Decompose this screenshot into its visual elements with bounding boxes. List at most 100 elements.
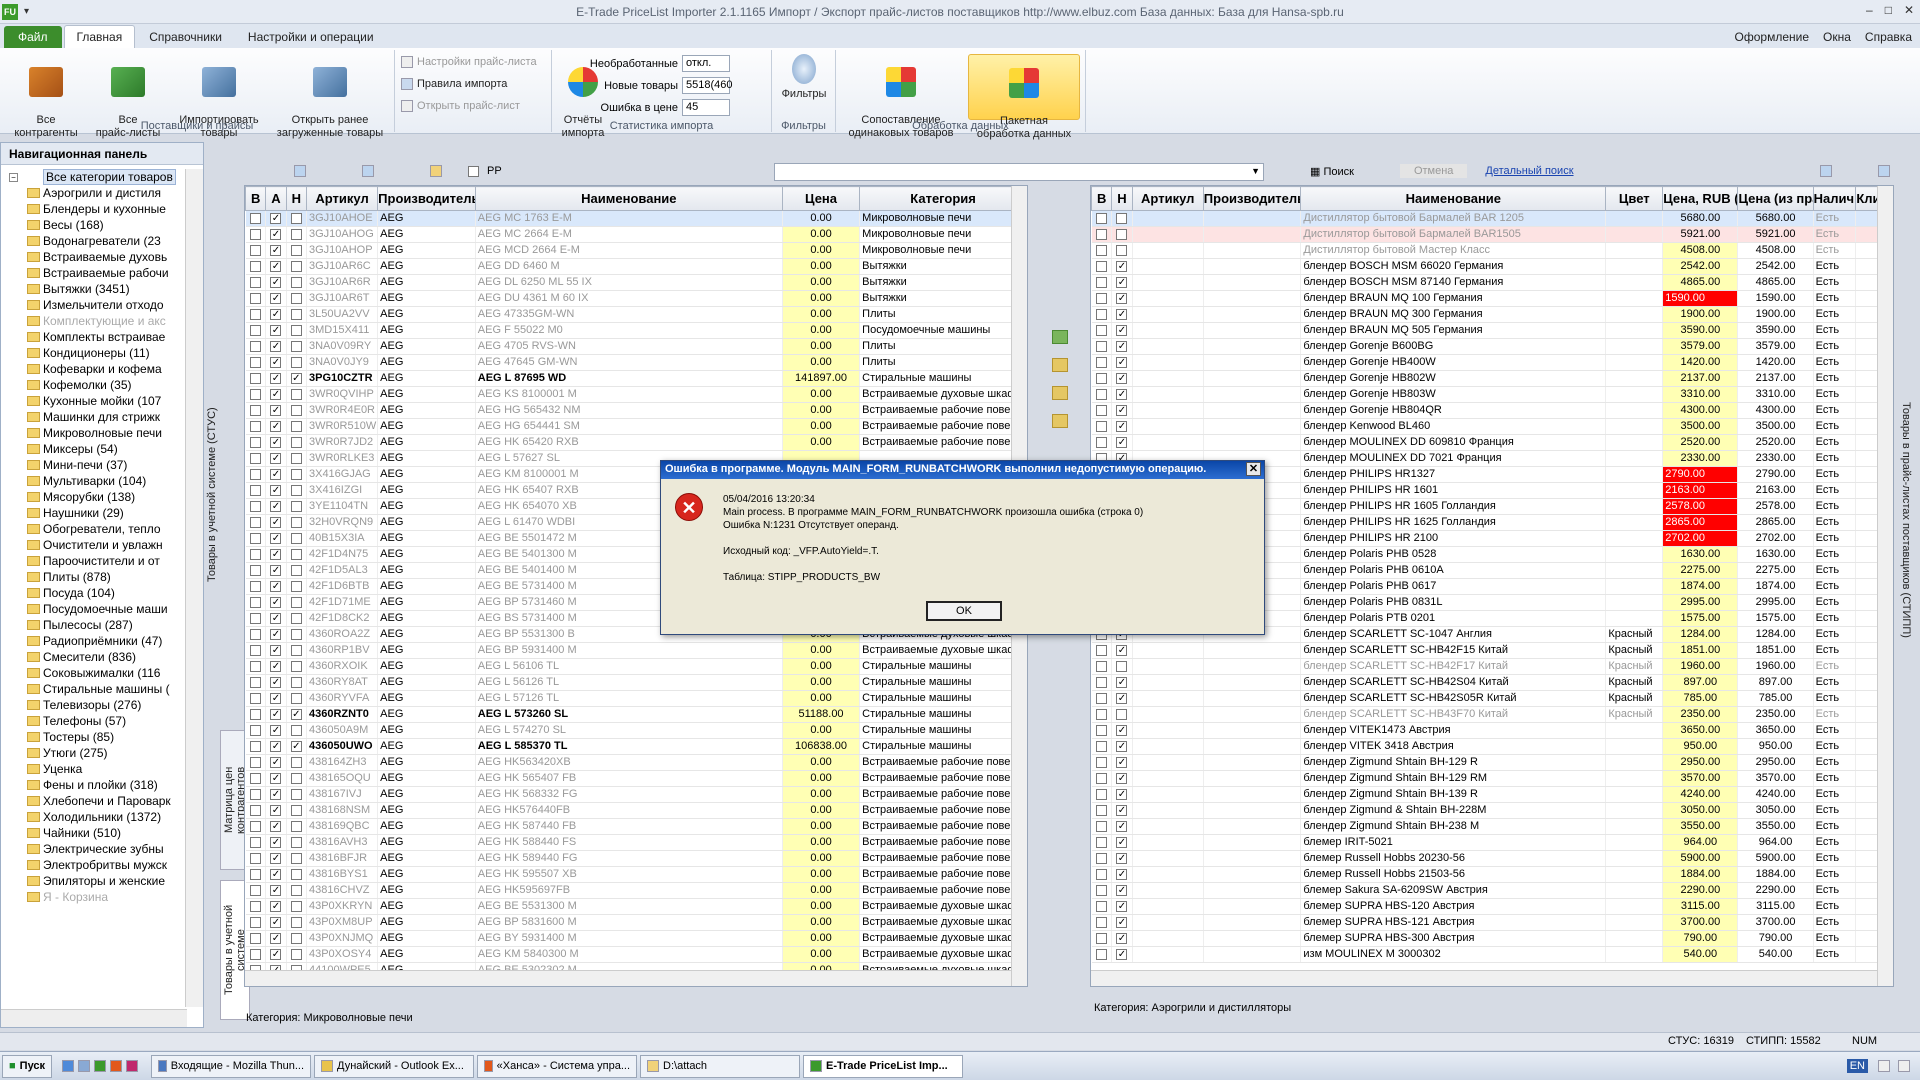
row-checkbox[interactable]	[290, 356, 302, 368]
table-row[interactable]: ✓ блендер BRAUN MQ 100 Германия 1590.00 159…	[1091, 290, 1893, 307]
menu-windows[interactable]: Окна	[1823, 30, 1851, 44]
tree-item[interactable]: Миксеры (54)	[1, 441, 187, 457]
row-checkbox[interactable]: ✓	[1116, 692, 1128, 704]
table-row[interactable]: блендер SCARLETT SC-HB43F70 Китай Красный…	[1091, 706, 1893, 723]
row-checkbox[interactable]	[249, 436, 261, 448]
row-checkbox[interactable]	[249, 532, 261, 544]
row-checkbox[interactable]	[1095, 660, 1107, 672]
menu-help[interactable]: Справка	[1865, 30, 1912, 44]
nav-horizontal-scrollbar[interactable]	[1, 1009, 187, 1027]
row-checkbox[interactable]: ✓	[270, 852, 282, 864]
row-checkbox[interactable]: ✓	[1116, 276, 1128, 288]
row-checkbox[interactable]	[1095, 324, 1107, 336]
row-checkbox[interactable]: ✓	[270, 260, 282, 272]
table-row[interactable]: ✓ блендер BOSCH MSM 66020 Германия 2542.00…	[1091, 258, 1893, 275]
row-checkbox[interactable]	[290, 212, 302, 224]
row-checkbox[interactable]	[249, 724, 261, 736]
row-checkbox[interactable]: ✓	[290, 372, 302, 384]
row-checkbox[interactable]	[1095, 788, 1107, 800]
row-checkbox[interactable]	[249, 628, 261, 640]
column-header[interactable]: Производитель	[1202, 186, 1302, 211]
table-row[interactable]: ✓ 43P0XNJMQ AEG AEG BY 5931400 M 0.00 Встраив…	[245, 930, 1027, 947]
table-row[interactable]: ✓ 436050A9M AEG AEG L 574270 SL 0.00 Стиральн…	[245, 722, 1027, 739]
tray-icon[interactable]	[1878, 1060, 1890, 1072]
table-row[interactable]: ✓ 3GJ10AR6R AEG AEG DL 6250 ML 55 IX 0.00 Выт…	[245, 274, 1027, 291]
row-checkbox[interactable]	[1095, 756, 1107, 768]
row-checkbox[interactable]	[290, 788, 302, 800]
row-checkbox[interactable]: ✓	[270, 340, 282, 352]
row-checkbox[interactable]	[249, 564, 261, 576]
row-checkbox[interactable]	[290, 644, 302, 656]
row-checkbox[interactable]	[1095, 836, 1107, 848]
row-checkbox[interactable]	[290, 868, 302, 880]
table-row[interactable]: ✓ 438167IVJ AEG AEG HK 568332 FG 0.00 Встраив…	[245, 786, 1027, 803]
row-checkbox[interactable]	[1095, 724, 1107, 736]
table-row[interactable]: ✓ 3GJ10AR6T AEG AEG DU 4361 M 60 IX 0.00 Вытя…	[245, 290, 1027, 307]
tree-item[interactable]: Кофеварки и кофема	[1, 361, 187, 377]
row-checkbox[interactable]: ✓	[290, 708, 302, 720]
pricelist-settings-button[interactable]: Настройки прайс-листа	[401, 56, 537, 68]
row-checkbox[interactable]	[249, 644, 261, 656]
row-checkbox[interactable]	[249, 676, 261, 688]
row-checkbox[interactable]	[290, 900, 302, 912]
table-row[interactable]: ✓ блендер Zigmund Shtain BH-139 R 4240.00 4…	[1091, 786, 1893, 803]
table-row[interactable]: ✓ блендер SCARLETT SC-HB42F15 Китай Красны…	[1091, 642, 1893, 659]
row-checkbox[interactable]	[1095, 868, 1107, 880]
table-row[interactable]: ✓ 3MD15X411 AEG AEG F 55022 M0 0.00 Посудомое…	[245, 322, 1027, 339]
row-checkbox[interactable]	[290, 308, 302, 320]
row-checkbox[interactable]	[249, 276, 261, 288]
table-row[interactable]: ✓ 3WR0R7JD2 AEG AEG HK 65420 RXB 0.00 Встраив…	[245, 434, 1027, 451]
row-checkbox[interactable]	[1116, 708, 1128, 720]
tree-item[interactable]: Мини-печи (37)	[1, 457, 187, 473]
row-checkbox[interactable]	[290, 340, 302, 352]
table-row[interactable]: ✓ 43816BFJR AEG AEG HK 589440 FG 0.00 Встраив…	[245, 850, 1027, 867]
row-checkbox[interactable]: ✓	[1116, 868, 1128, 880]
row-checkbox[interactable]	[290, 852, 302, 864]
table-row[interactable]: ✓ 438165OQU AEG AEG HK 565407 FB 0.00 Встраив…	[245, 770, 1027, 787]
row-checkbox[interactable]: ✓	[270, 404, 282, 416]
row-checkbox[interactable]	[1095, 676, 1107, 688]
row-checkbox[interactable]: ✓	[270, 532, 282, 544]
row-checkbox[interactable]	[1095, 308, 1107, 320]
table-row[interactable]: ✓ 43816BYS1 AEG AEG HK 595507 XB 0.00 Встраив…	[245, 866, 1027, 883]
row-checkbox[interactable]	[249, 580, 261, 592]
row-checkbox[interactable]: ✓	[270, 708, 282, 720]
row-checkbox[interactable]: ✓	[270, 900, 282, 912]
filters-button[interactable]: Фильтры	[776, 54, 832, 101]
tree-item[interactable]: Измельчители отходо	[1, 297, 187, 313]
row-checkbox[interactable]	[249, 596, 261, 608]
row-checkbox[interactable]: ✓	[270, 740, 282, 752]
collapse-icon[interactable]: −	[9, 173, 18, 182]
row-checkbox[interactable]: ✓	[1116, 900, 1128, 912]
row-checkbox[interactable]: ✓	[270, 628, 282, 640]
column-header[interactable]: Цена, RUB (+наценка)	[1662, 186, 1739, 211]
tree-item[interactable]: Телефоны (57)	[1, 713, 187, 729]
refresh-icon[interactable]	[294, 165, 306, 177]
row-checkbox[interactable]: ✓	[270, 692, 282, 704]
row-checkbox[interactable]: ✓	[270, 516, 282, 528]
import-rules-button[interactable]: Правила импорта	[401, 78, 507, 90]
table-row[interactable]: ✓ 3WR0QVIHP AEG AEG KS 8100001 M 0.00 Встраив…	[245, 386, 1027, 403]
row-checkbox[interactable]	[1095, 228, 1107, 240]
tree-item[interactable]: Наушники (29)	[1, 505, 187, 521]
column-header[interactable]: Цвет	[1605, 186, 1664, 211]
row-checkbox[interactable]: ✓	[270, 916, 282, 928]
row-checkbox[interactable]	[290, 388, 302, 400]
row-checkbox[interactable]: ✓	[270, 948, 282, 960]
table-row[interactable]: ✓ блендер Zigmund Shtain BH-129 R 2950.00 2…	[1091, 754, 1893, 771]
firefox-icon[interactable]	[110, 1060, 123, 1072]
row-checkbox[interactable]: ✓	[270, 676, 282, 688]
row-checkbox[interactable]	[1095, 404, 1107, 416]
row-checkbox[interactable]	[290, 836, 302, 848]
row-checkbox[interactable]: ✓	[270, 868, 282, 880]
row-checkbox[interactable]	[290, 916, 302, 928]
column-header[interactable]: Н	[1111, 186, 1133, 211]
row-checkbox[interactable]: ✓	[1116, 820, 1128, 832]
row-checkbox[interactable]: ✓	[1116, 788, 1128, 800]
tree-item[interactable]: Холодильники (1372)	[1, 809, 187, 825]
table-row[interactable]: ✓ ✓ 4360RZNT0 AEG AEG L 573260 SL 51188.00 Сти…	[245, 706, 1027, 723]
row-checkbox[interactable]: ✓	[1116, 948, 1128, 960]
row-checkbox[interactable]: ✓	[1116, 340, 1128, 352]
row-checkbox[interactable]	[1116, 244, 1128, 256]
table-row[interactable]: ✓ 3GJ10AHOP AEG AEG MCD 2664 E-M 0.00 Микрово…	[245, 242, 1027, 259]
